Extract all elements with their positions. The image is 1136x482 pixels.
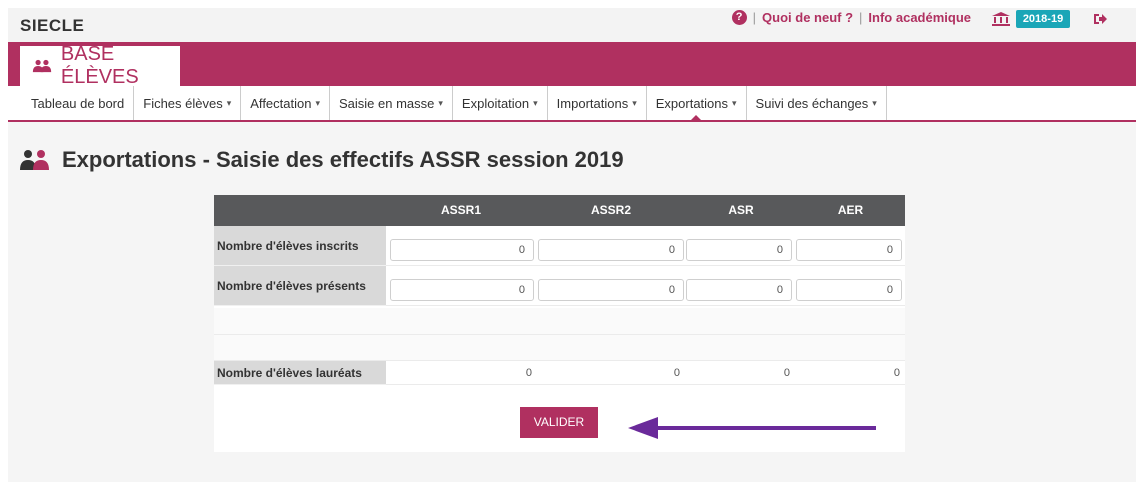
inscrits-assr1-input[interactable] xyxy=(390,239,534,261)
separator: | xyxy=(859,10,863,25)
nav-exploitation[interactable]: Exploitation ▾ xyxy=(453,86,548,120)
caret-down-icon: ▾ xyxy=(226,97,232,108)
caret-down-icon: ▾ xyxy=(632,97,637,108)
institution-icon[interactable] xyxy=(992,12,1010,26)
people-icon xyxy=(32,59,52,73)
brand-title: BASE ÉLÈVES xyxy=(60,43,139,88)
brand-tab[interactable]: BASE ÉLÈVES xyxy=(20,43,180,88)
column-header-assr1: ASSR1 xyxy=(440,203,481,217)
caret-down-icon: ▾ xyxy=(732,97,737,108)
question-circle-icon[interactable]: ? xyxy=(731,10,747,25)
spacer-row xyxy=(214,335,905,361)
top-links: ? | Quoi de neuf ? | Info académique xyxy=(731,10,971,25)
sign-out-icon[interactable] xyxy=(1093,12,1107,26)
column-header-aer: AER xyxy=(837,203,864,217)
laureats-assr1-value: 0 xyxy=(525,367,532,379)
caret-down-icon: ▾ xyxy=(315,97,320,108)
laureats-aer-value: 0 xyxy=(893,367,900,379)
row-label-laureats: Nombre d'élèves lauréats xyxy=(214,361,386,385)
row-label-inscrits: Nombre d'élèves inscrits xyxy=(214,226,386,266)
people-icon xyxy=(20,150,49,170)
whats-new-link[interactable]: Quoi de neuf ? xyxy=(762,10,853,25)
nav-suivi-des-echanges[interactable]: Suivi des échanges ▾ xyxy=(747,86,887,120)
page-title: Exportations - Saisie des effectifs ASSR… xyxy=(62,147,624,172)
row-label-presents: Nombre d'élèves présents xyxy=(214,266,386,306)
presents-assr2-input[interactable] xyxy=(538,279,684,301)
school-year-badge[interactable]: 2018-19 xyxy=(1016,10,1070,28)
presents-asr-input[interactable] xyxy=(686,279,792,301)
info-academique-link[interactable]: Info académique xyxy=(868,10,971,25)
spacer-row xyxy=(214,308,905,335)
nav-saisie-en-masse[interactable]: Saisie en masse ▾ xyxy=(330,86,453,120)
presents-aer-input[interactable] xyxy=(796,279,902,301)
nav-importations[interactable]: Importations ▾ xyxy=(548,86,647,120)
main-nav: Tableau de bord Fiches élèves ▾ Affectati… xyxy=(8,86,1136,122)
column-header-assr2: ASSR2 xyxy=(590,203,631,217)
caret-down-icon: ▾ xyxy=(438,97,443,108)
nav-exportations[interactable]: Exportations ▾ xyxy=(647,86,747,122)
inscrits-aer-input[interactable] xyxy=(796,239,902,261)
caret-down-icon: ▾ xyxy=(872,97,877,108)
annotation-arrow xyxy=(628,417,876,439)
app-name: SIECLE xyxy=(20,16,85,35)
laureats-assr2-value: 0 xyxy=(673,367,680,379)
inscrits-asr-input[interactable] xyxy=(686,239,792,261)
nav-tableau-de-bord[interactable]: Tableau de bord xyxy=(22,86,135,120)
caret-down-icon: ▾ xyxy=(533,97,538,108)
table-header: ASSR1 ASSR2 ASR AER xyxy=(214,195,905,226)
inscrits-assr2-input[interactable] xyxy=(538,239,684,261)
laureats-asr-value: 0 xyxy=(783,367,790,379)
nav-affectation[interactable]: Affectation ▾ xyxy=(241,86,330,120)
column-header-asr: ASR xyxy=(728,203,754,217)
presents-assr1-input[interactable] xyxy=(390,279,534,301)
assr-form: ASSR1 ASSR2 ASR AER Nombre d'élèves insc… xyxy=(214,195,905,452)
valider-button[interactable]: VALIDER xyxy=(520,407,598,438)
page-header: Exportations - Saisie des effectifs ASSR… xyxy=(18,147,624,173)
separator: | xyxy=(752,10,757,25)
nav-fiches-eleves[interactable]: Fiches élèves ▾ xyxy=(134,86,242,120)
